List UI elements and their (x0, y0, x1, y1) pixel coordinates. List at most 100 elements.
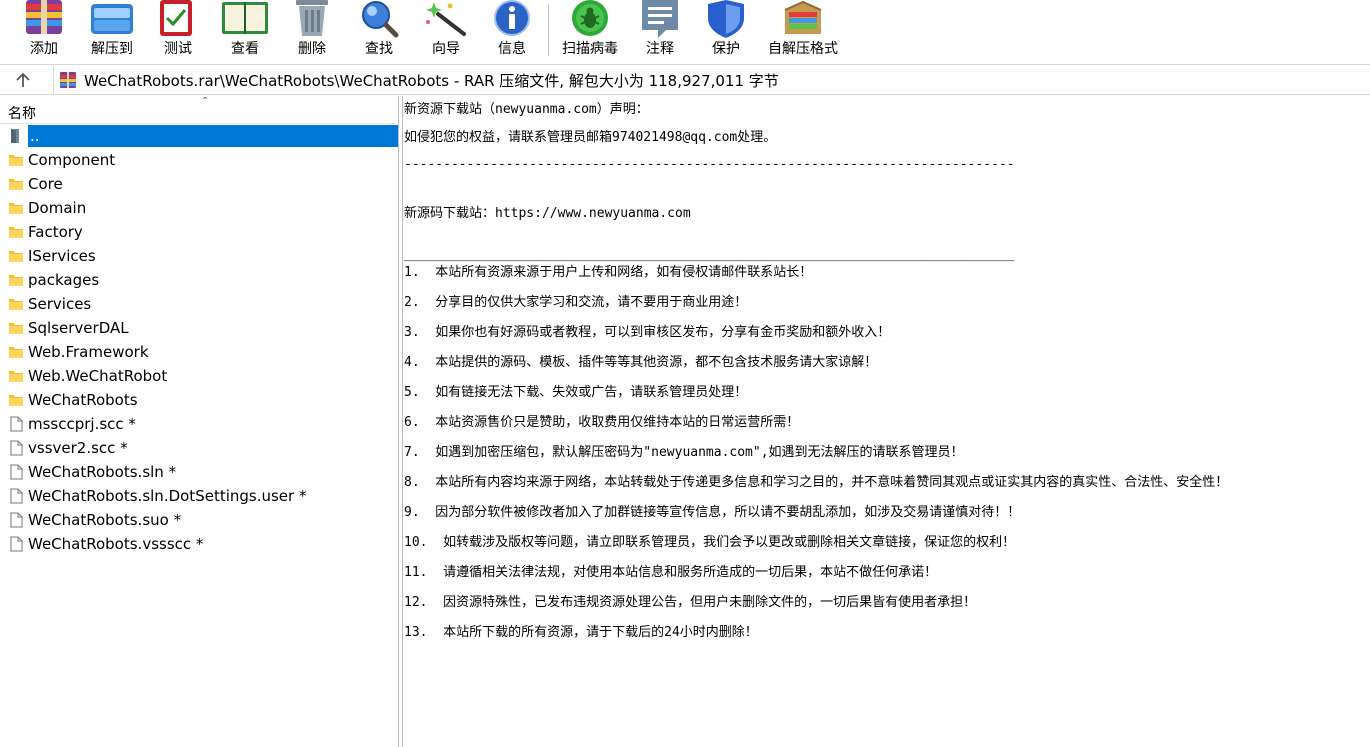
file-name: Domain (28, 199, 87, 217)
view-label: 查看 (231, 41, 259, 57)
file-name: Web.Framework (28, 343, 149, 361)
file-list-row[interactable]: Services (0, 292, 398, 316)
folder-icon (9, 179, 23, 190)
file-list-row[interactable]: WeChatRobots.suo * (0, 508, 398, 532)
file-list-row[interactable]: WeChatRobots.sln * (0, 460, 398, 484)
file-list-row[interactable]: mssccprj.scc * (0, 412, 398, 436)
comment-line: 新源码下载站：https://www.newyuanma.com (404, 206, 691, 221)
folder-icon (9, 323, 23, 334)
path-field[interactable]: WeChatRobots.rar\WeChatRobots\WeChatRobo… (53, 66, 1370, 94)
virus-scan-button[interactable]: 扫描病毒 (558, 0, 622, 62)
file-icon (10, 512, 23, 528)
rar-archive-icon (60, 72, 76, 88)
file-name: WeChatRobots (28, 391, 138, 409)
file-icon (10, 416, 23, 432)
folder-icon (9, 155, 23, 166)
comment-line: 9. 因为部分软件被修改者加入了加群链接等宣传信息，所以请不要胡乱添加，如涉及交… (404, 505, 1021, 520)
parent-folder-icon (11, 129, 19, 143)
protect-icon (704, 0, 748, 38)
column-name-label: 名称 (8, 106, 36, 122)
virus-scan-label: 扫描病毒 (562, 41, 618, 57)
archive-comment-pane: 新资源下载站（newyuanma.com）声明： 如侵犯您的权益，请联系管理员邮箱… (402, 96, 1370, 747)
find-icon (358, 0, 400, 38)
file-list: 名称 ⌃ .. Component Core Domain Factory IServic… (0, 96, 399, 747)
add-button[interactable]: 添加 (22, 0, 66, 62)
file-name: mssccprj.scc * (28, 415, 136, 433)
file-list-row[interactable]: Web.WeChatRobot (0, 364, 398, 388)
comment-line: 新资源下载站（newyuanma.com）声明： (404, 102, 649, 117)
up-one-level-button[interactable] (10, 69, 36, 91)
file-list-row[interactable]: WeChatRobots.sln.DotSettings.user * (0, 484, 398, 508)
comment-button[interactable]: 注释 (638, 0, 682, 62)
file-list-row[interactable]: Factory (0, 220, 398, 244)
comment-line: 2. 分享目的仅供大家学习和交流，请不要用于商业用途！ (404, 295, 748, 310)
file-list-row[interactable]: Domain (0, 196, 398, 220)
add-archive-icon (22, 0, 66, 38)
file-icon (10, 464, 23, 480)
comment-line: 11. 请遵循相关法律法规，对使用本站信息和服务所造成的一切后果，本站不做任何承… (404, 565, 938, 580)
comment-line: 13. 本站所下载的所有资源，请于下载后的24小时内删除！ (404, 625, 758, 640)
file-icon (10, 440, 23, 456)
file-list-row[interactable]: WeChatRobots.vssscc * (0, 532, 398, 556)
file-list-row[interactable]: packages (0, 268, 398, 292)
extract-to-icon (90, 0, 134, 38)
add-label: 添加 (30, 41, 58, 57)
file-name: Factory (28, 223, 83, 241)
path-text: WeChatRobots.rar\WeChatRobots\WeChatRobo… (84, 71, 779, 90)
test-label: 测试 (164, 41, 192, 57)
test-button[interactable]: 测试 (158, 0, 198, 62)
address-bar: WeChatRobots.rar\WeChatRobots\WeChatRobo… (0, 64, 1370, 95)
file-name: WeChatRobots.suo * (28, 511, 182, 529)
comment-line: 3. 如果你也有好源码或者教程，可以到审核区发布，分享有金币奖励和额外收入！ (404, 325, 891, 340)
folder-icon (9, 347, 23, 358)
column-header-name[interactable]: 名称 ⌃ (0, 96, 398, 124)
folder-icon (9, 395, 23, 406)
wizard-label: 向导 (432, 41, 460, 57)
sort-ascending-icon: ⌃ (201, 96, 210, 107)
virus-scan-icon (568, 0, 612, 38)
file-list-row[interactable]: WeChatRobots (0, 388, 398, 412)
file-icon (10, 536, 23, 552)
file-name: .. (28, 125, 398, 147)
file-name: Core (28, 175, 63, 193)
comment-line: 5. 如有链接无法下载、失效或广告，请联系管理员处理！ (404, 385, 748, 400)
file-list-row[interactable]: SqlserverDAL (0, 316, 398, 340)
view-button[interactable]: 查看 (220, 0, 270, 62)
find-button[interactable]: 查找 (358, 0, 400, 62)
comment-icon (638, 0, 682, 38)
file-list-row[interactable]: Core (0, 172, 398, 196)
file-list-row[interactable]: IServices (0, 244, 398, 268)
sfx-button[interactable]: 自解压格式 (764, 0, 842, 62)
file-name: packages (28, 271, 100, 289)
folder-icon (9, 203, 23, 214)
toolbar-separator (548, 4, 549, 56)
comment-label: 注释 (646, 41, 674, 57)
test-icon (156, 0, 200, 38)
info-label: 信息 (498, 41, 526, 57)
file-list-row[interactable]: Component (0, 148, 398, 172)
protect-button[interactable]: 保护 (704, 0, 748, 62)
file-list-row[interactable]: .. (0, 124, 398, 148)
file-name: SqlserverDAL (28, 319, 129, 337)
file-name: vssver2.scc * (28, 439, 128, 457)
file-list-row[interactable]: vssver2.scc * (0, 436, 398, 460)
comment-line: 1. 本站所有资源来源于用户上传和网络，如有侵权请邮件联系站长！ (404, 265, 813, 280)
toolbar: 添加 解压到 测试 查看 删除 查找 向导 信息 扫描病毒 注释 保护 自解压格… (0, 0, 1370, 64)
folder-icon (9, 251, 23, 262)
comment-line: 6. 本站资源售价只是赞助，收取费用仅维持本站的日常运营所需！ (404, 415, 800, 430)
extract-to-button[interactable]: 解压到 (88, 0, 136, 62)
comment-line: 4. 本站提供的源码、模板、插件等等其他资源，都不包含技术服务请大家谅解！ (404, 355, 878, 370)
delete-button[interactable]: 删除 (292, 0, 332, 62)
file-list-row[interactable]: Web.Framework (0, 340, 398, 364)
info-button[interactable]: 信息 (490, 0, 534, 62)
extract-to-label: 解压到 (91, 41, 133, 57)
file-name: Component (28, 151, 116, 169)
file-name: Web.WeChatRobot (28, 367, 168, 385)
comment-line: 7. 如遇到加密压缩包，默认解压密码为"newyuanma.com",如遇到无法… (404, 445, 964, 460)
protect-label: 保护 (712, 41, 740, 57)
folder-icon (9, 227, 23, 238)
wizard-button[interactable]: 向导 (424, 0, 468, 62)
info-icon (490, 0, 534, 38)
folder-icon (9, 299, 23, 310)
comment-line: ________________________________________… (404, 247, 1015, 262)
